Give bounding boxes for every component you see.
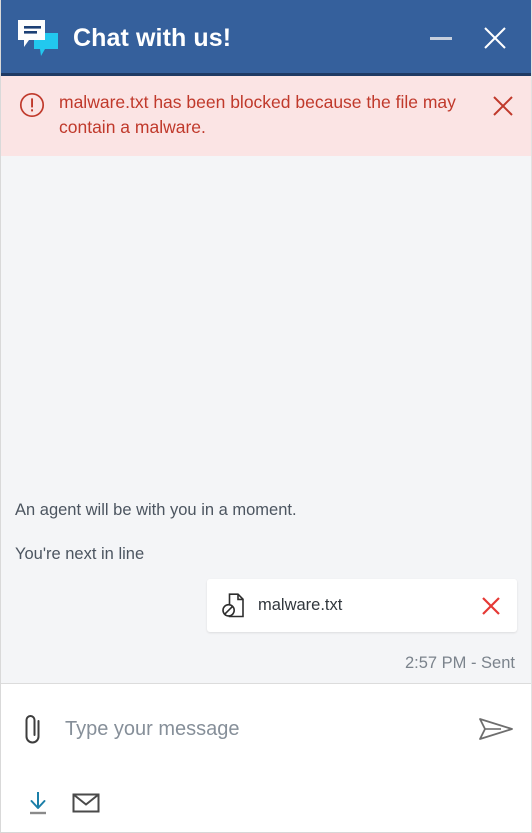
exclamation-circle-icon xyxy=(19,92,45,123)
close-icon xyxy=(484,27,506,49)
title-bar: Chat with us! xyxy=(1,0,531,76)
chat-widget-window: Chat with us! malware.txt has been block… xyxy=(0,0,532,833)
minimize-icon xyxy=(430,36,452,40)
email-transcript-button[interactable] xyxy=(67,784,105,822)
chat-bubbles-icon xyxy=(15,16,61,60)
alert-close-button[interactable] xyxy=(487,92,519,125)
close-icon xyxy=(482,596,500,615)
send-plane-icon xyxy=(479,718,513,740)
message-input[interactable] xyxy=(65,717,465,741)
bottom-toolbar xyxy=(1,774,531,832)
close-icon xyxy=(493,96,513,116)
blocked-file-icon xyxy=(221,592,246,619)
attachment-bubble[interactable]: malware.txt xyxy=(207,579,517,632)
message-composer xyxy=(1,684,531,774)
envelope-icon xyxy=(72,793,100,813)
message-list: An agent will be with you in a moment. Y… xyxy=(1,156,531,684)
send-button[interactable] xyxy=(477,714,515,744)
paperclip-icon xyxy=(25,715,40,744)
message-status-row: 2:57 PM - Sent xyxy=(15,654,517,673)
close-window-button[interactable] xyxy=(475,18,515,58)
page-title: Chat with us! xyxy=(73,23,232,52)
alert-message: malware.txt has been blocked because the… xyxy=(59,92,456,137)
minimize-button[interactable] xyxy=(421,18,461,58)
attachment-filename: malware.txt xyxy=(258,596,343,614)
download-transcript-button[interactable] xyxy=(19,784,57,822)
download-icon xyxy=(30,792,46,815)
system-message: An agent will be with you in a moment. xyxy=(15,501,297,519)
attach-file-button[interactable] xyxy=(19,712,47,746)
message-status: 2:57 PM - Sent xyxy=(404,654,515,672)
attachment-row: malware.txt xyxy=(15,579,517,632)
alert-banner: malware.txt has been blocked because the… xyxy=(1,76,531,156)
system-message: You're next in line xyxy=(15,545,145,563)
attachment-remove-button[interactable] xyxy=(471,594,503,618)
